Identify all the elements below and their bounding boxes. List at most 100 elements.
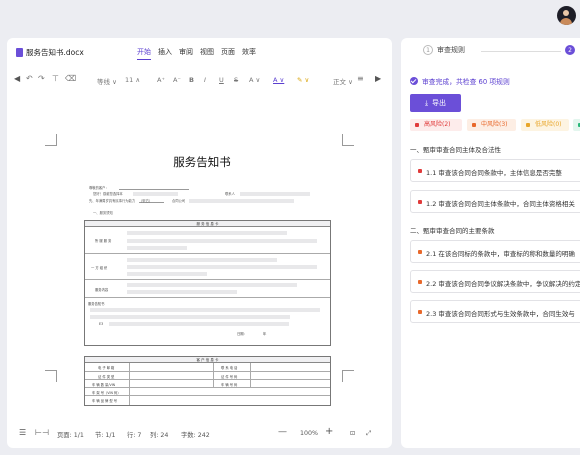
word-count: 字数: 242: [181, 432, 210, 439]
column-position: 列: 24: [150, 432, 169, 439]
redo-icon[interactable]: ↷: [38, 74, 45, 83]
filter-tag-medium-risk[interactable]: 中风险(3): [467, 119, 516, 131]
document-filename: 服务告知书.docx: [26, 48, 84, 57]
table-row: 电 子 邮 箱 联 系 电 话: [98, 366, 238, 370]
style-select[interactable]: 正文 ∨: [333, 76, 353, 86]
font-size-select[interactable]: 11 ∧: [125, 76, 140, 84]
step-review-rules[interactable]: 1 审查规则: [423, 45, 465, 55]
page-width-icon[interactable]: ⊢⊣: [35, 428, 49, 437]
risk-indicator: [418, 280, 422, 284]
step-number: 1: [423, 45, 433, 55]
review-item[interactable]: 1.1 审查该合同合同条款中，主体信息是否完整: [410, 159, 580, 182]
tab-review[interactable]: 审阅: [179, 47, 193, 60]
document-title: 服务告知书: [173, 155, 231, 169]
table-row: 服务内容: [85, 279, 330, 297]
risk-indicator: [418, 310, 422, 314]
user-avatar[interactable]: [557, 6, 576, 25]
doc-text-line: 先、年满周岁具有民事行为能力: [89, 199, 136, 203]
tab-page[interactable]: 页面: [221, 47, 235, 60]
section-heading: 二、甄审审查合同的主要条款: [410, 227, 495, 235]
risk-indicator: [418, 169, 422, 173]
document-icon: [16, 48, 23, 57]
collapse-left-icon[interactable]: ◀: [14, 74, 20, 83]
document-editor: 服务告知书.docx 开始 插入 审阅 视图 页面 效率 ◀ ↶ ↷ ⊤ ⌫ 等…: [7, 38, 392, 448]
zoom-level[interactable]: 100%: [300, 430, 318, 437]
expand-right-icon[interactable]: ▶: [375, 74, 381, 83]
table-row: 一 方 组 织: [85, 253, 330, 279]
zoom-out-icon[interactable]: —: [278, 427, 287, 437]
table-row: 服务告知书 E3 日期： 年: [85, 297, 330, 345]
editor-titlebar: 服务告知书.docx 开始 插入 审阅 视图 页面 效率: [7, 38, 392, 66]
formatting-toolbar: ◀ ↶ ↷ ⊤ ⌫ 等线 ∨ 11 ∧ A⁺ A⁻ B I U S A ∨ A …: [7, 74, 392, 88]
download-icon: ⤓: [424, 98, 429, 107]
step-results[interactable]: 2: [565, 45, 575, 55]
section-heading: 一、甄审审查合同主体及合法性: [410, 146, 501, 154]
service-info-table: 服 务 信 息 卡 所 服 服 务 一 方 组 织 服务内容 服务告知书 E3 …: [84, 220, 331, 346]
review-item[interactable]: 2.3 审查该合同合同形式与生效条款中，合同生效与: [410, 300, 580, 323]
review-item[interactable]: 1.2 审查该合同合同主体条款中，合同主体资格相关: [410, 190, 580, 213]
ribbon-menu: 开始 插入 审阅 视图 页面 效率: [137, 47, 256, 60]
review-status: 审查完成，共检查 60 项规则: [410, 76, 510, 86]
page-count: 页面: 1/1: [57, 432, 84, 439]
eraser-icon[interactable]: ⌫: [65, 74, 76, 83]
fit-page-icon[interactable]: ⊡: [350, 430, 355, 437]
tab-insert[interactable]: 插入: [158, 47, 172, 60]
underline-icon[interactable]: U: [219, 76, 224, 84]
font-family-select[interactable]: 等线 ∨: [97, 76, 117, 86]
contract-review-panel: 1 审查规则 2 审查完成，共检查 60 项规则 ⤓ 导出 高风险(2) 中风险…: [401, 38, 580, 448]
format-painter-icon[interactable]: ⊤: [52, 74, 59, 83]
italic-icon[interactable]: I: [204, 76, 206, 84]
tab-home[interactable]: 开始: [137, 47, 151, 60]
table-row: 车 架 号（VIN 码）: [85, 387, 330, 395]
tab-view[interactable]: 视图: [200, 47, 214, 60]
risk-indicator: [418, 250, 422, 254]
risk-indicator: [418, 200, 422, 204]
table-row: 车 辆 数 量/VIN 车 辆 号 码: [85, 379, 330, 387]
review-item[interactable]: 2.1 在该合同标的条款中，审查标的称和数量的明确: [410, 240, 580, 263]
review-item[interactable]: 2.2 审查该合同合同争议解决条款中，争议解决的约定是: [410, 270, 580, 293]
zoom-in-icon[interactable]: +: [325, 426, 333, 437]
filter-tag-high-risk[interactable]: 高风险(2): [410, 119, 462, 131]
shrink-font-icon[interactable]: A⁻: [173, 76, 181, 84]
font-color-icon[interactable]: A ∨: [273, 76, 284, 84]
outline-icon[interactable]: ☰: [19, 428, 26, 437]
customer-info-table: 客 户 信 息 卡 电 子 邮 箱 联 系 电 话 证 件 类 型 证 件 号 …: [84, 356, 331, 406]
redacted-text: [240, 192, 310, 196]
redacted-text: [133, 192, 178, 196]
status-bar: ☰ ⊢⊣ 页面: 1/1 节: 1/1 行: 7 列: 24 字数: 242 —…: [7, 426, 392, 444]
undo-icon[interactable]: ↶: [26, 74, 33, 83]
fill-line: [119, 189, 189, 190]
table-row: 车 辆 品 牌 型 号: [85, 395, 330, 406]
fullscreen-icon[interactable]: ⤢: [366, 430, 371, 438]
section-count: 节: 1/1: [95, 432, 116, 439]
document-page[interactable]: 服务告知书 尊敬的客户： 您好！感谢您选择本 联系人 先、年满周岁具有民事行为能…: [77, 151, 331, 413]
doc-text-line: 您好！感谢您选择本: [93, 192, 123, 196]
doc-text-line: （甲方）: [139, 199, 153, 203]
table-row: 所 服 服 务: [85, 227, 330, 253]
page-corner-mark: [45, 370, 57, 382]
doc-text-line: 尊敬的客户：: [89, 186, 109, 190]
filter-tag-pass[interactable]: [573, 119, 580, 131]
align-icon[interactable]: ≡: [357, 74, 364, 83]
table-row: 证 件 类 型 证 件 号 码: [85, 371, 330, 379]
strikethrough-icon[interactable]: S: [234, 76, 238, 84]
row-position: 行: 7: [127, 432, 142, 439]
doc-text-line: 一、服务须知: [93, 211, 113, 215]
page-corner-mark: [342, 370, 354, 382]
page-corner-mark: [342, 134, 354, 146]
step-connector: [481, 51, 561, 52]
grow-font-icon[interactable]: A⁺: [157, 76, 165, 84]
step-number: 2: [565, 45, 575, 55]
redacted-text: [189, 199, 294, 203]
check-circle-icon: [410, 77, 418, 85]
step-label: 审查规则: [437, 46, 465, 54]
doc-text-line: 合同公司: [172, 199, 186, 203]
export-button[interactable]: ⤓ 导出: [410, 94, 461, 112]
doc-text-line: 联系人: [225, 192, 235, 196]
filter-tag-low-risk[interactable]: 低风险(0): [521, 119, 569, 131]
page-corner-mark: [45, 134, 57, 146]
tab-efficiency[interactable]: 效率: [242, 47, 256, 60]
text-effect-icon[interactable]: A ∨: [249, 76, 260, 84]
bold-icon[interactable]: B: [189, 76, 194, 84]
highlight-icon[interactable]: ✎ ∨: [297, 76, 309, 84]
